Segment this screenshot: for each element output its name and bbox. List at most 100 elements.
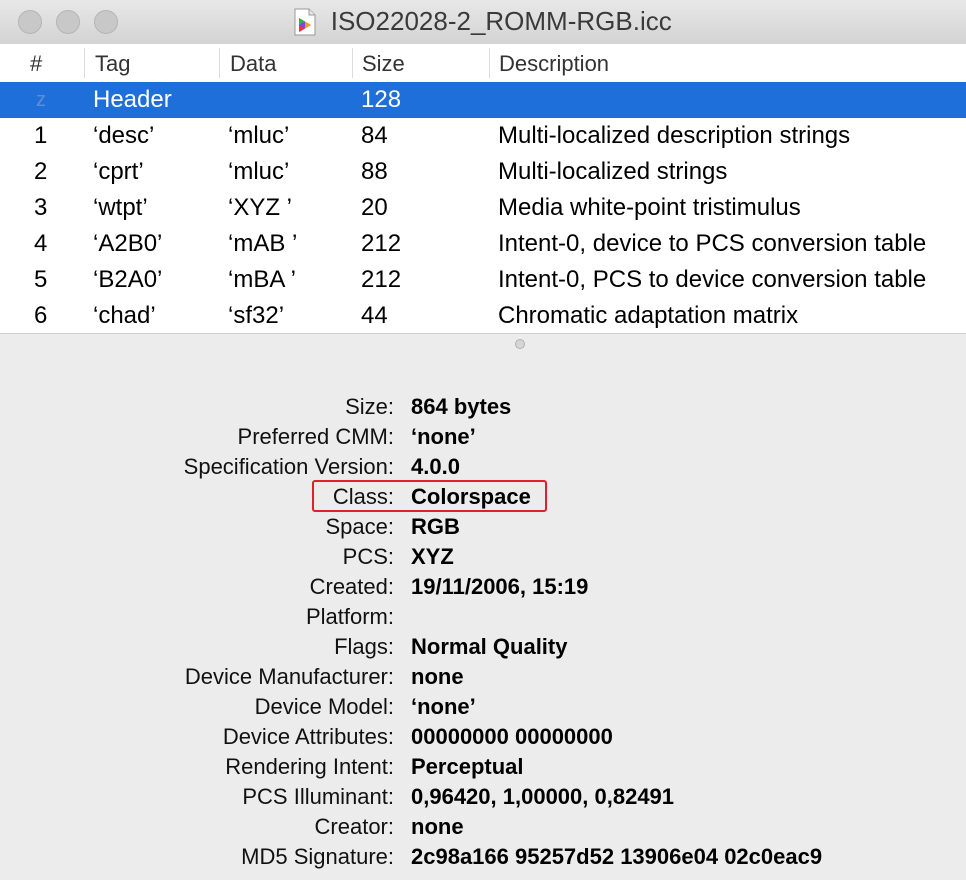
row-description: Chromatic adaptation matrix — [498, 302, 799, 329]
row-number: 5 — [34, 266, 48, 293]
row-number: z — [36, 89, 46, 111]
table-row[interactable]: 4 ‘A2B0’ ‘mAB ’ 212 Intent-0, device to … — [0, 226, 966, 262]
info-label: PCS: — [342, 544, 394, 569]
table-header: # Tag Data Size Description — [0, 44, 966, 83]
table-row[interactable]: 3 ‘wtpt’ ‘XYZ ’ 20 Media white-point tri… — [0, 190, 966, 226]
row-number: 3 — [34, 194, 48, 221]
info-row-preferred-cmm: Preferred CMM: ‘none’ — [0, 422, 966, 452]
info-row-device-manufacturer: Device Manufacturer: none — [0, 662, 966, 692]
title-bar[interactable]: ISO22028-2_ROMM-RGB.icc — [0, 0, 966, 45]
tag-table: # Tag Data Size Description z Header 128… — [0, 44, 966, 333]
info-value: RGB — [411, 514, 460, 539]
column-divider[interactable] — [489, 48, 490, 78]
row-description: Intent-0, device to PCS conversion table — [498, 230, 927, 257]
row-data: ‘XYZ ’ — [228, 194, 293, 221]
info-value: 2c98a166 95257d52 13906e04 02c0eac9 — [411, 844, 823, 869]
info-row-flags: Flags: Normal Quality — [0, 632, 966, 662]
window-title-group: ISO22028-2_ROMM-RGB.icc — [0, 6, 966, 37]
info-row-space: Space: RGB — [0, 512, 966, 542]
info-value: ‘none’ — [411, 694, 476, 719]
info-label: Specification Version: — [183, 454, 394, 479]
info-row-device-model: Device Model: ‘none’ — [0, 692, 966, 722]
table-row[interactable]: 1 ‘desc’ ‘mluc’ 84 Multi-localized descr… — [0, 118, 966, 154]
row-data: ‘mluc’ — [228, 122, 290, 149]
info-value: 19/11/2006, 15:19 — [411, 574, 589, 599]
column-header-data[interactable]: Data — [230, 44, 276, 82]
row-description: Multi-localized strings — [498, 158, 728, 185]
row-size: 44 — [361, 302, 388, 329]
row-data: ‘mluc’ — [228, 158, 290, 185]
row-tag: Header — [93, 86, 172, 113]
row-number: 6 — [34, 302, 48, 329]
column-header-description[interactable]: Description — [499, 44, 609, 82]
row-size: 212 — [361, 266, 402, 293]
info-label: Flags: — [334, 634, 394, 659]
column-header-number[interactable]: # — [30, 44, 84, 82]
row-number: 1 — [34, 122, 48, 149]
column-header-size[interactable]: Size — [362, 44, 405, 82]
info-value: Normal Quality — [411, 634, 568, 659]
row-tag: ‘A2B0’ — [93, 230, 163, 257]
window-title: ISO22028-2_ROMM-RGB.icc — [330, 6, 672, 36]
info-row-rendering-intent: Rendering Intent: Perceptual — [0, 752, 966, 782]
info-label: Device Manufacturer: — [184, 664, 394, 689]
table-row-header[interactable]: z Header 128 — [0, 82, 966, 118]
icc-document-icon — [294, 8, 316, 36]
info-label: Rendering Intent: — [225, 754, 394, 779]
info-label: Class: — [332, 484, 394, 509]
row-size: 212 — [361, 230, 402, 257]
row-size: 128 — [361, 86, 402, 113]
info-value: 864 bytes — [411, 394, 512, 419]
profile-window: ISO22028-2_ROMM-RGB.icc # Tag Data Size … — [0, 0, 966, 880]
row-size: 84 — [361, 122, 388, 149]
info-value: none — [411, 664, 464, 689]
row-tag: ‘chad’ — [93, 302, 156, 329]
profile-info-pane: Size: 864 bytes Preferred CMM: ‘none’ Sp… — [0, 392, 966, 872]
row-size: 20 — [361, 194, 388, 221]
row-tag: ‘desc’ — [93, 122, 155, 149]
info-value: ‘none’ — [411, 424, 476, 449]
info-row-creator: Creator: none — [0, 812, 966, 842]
row-description: Intent-0, PCS to device conversion table — [498, 266, 927, 293]
info-label: Device Model: — [254, 694, 394, 719]
info-row-created: Created: 19/11/2006, 15:19 — [0, 572, 966, 602]
column-divider[interactable] — [84, 48, 85, 78]
info-row-device-attributes: Device Attributes: 00000000 00000000 — [0, 722, 966, 752]
info-label: Size: — [345, 394, 394, 419]
row-description: Media white-point tristimulus — [498, 194, 801, 221]
info-value: 00000000 00000000 — [411, 724, 613, 749]
info-row-specification-version: Specification Version: 4.0.0 — [0, 452, 966, 482]
info-value: Perceptual — [411, 754, 524, 779]
info-row-pcs-illuminant: PCS Illuminant: 0,96420, 1,00000, 0,8249… — [0, 782, 966, 812]
info-value: 4.0.0 — [411, 454, 460, 479]
info-label: MD5 Signature: — [241, 844, 394, 869]
info-value: XYZ — [411, 544, 454, 569]
info-row-class: Class: Colorspace — [0, 482, 966, 512]
row-description: Multi-localized description strings — [498, 122, 851, 149]
table-row[interactable]: 5 ‘B2A0’ ‘mBA ’ 212 Intent-0, PCS to dev… — [0, 262, 966, 298]
row-number: 4 — [34, 230, 48, 257]
table-row[interactable]: 2 ‘cprt’ ‘mluc’ 88 Multi-localized strin… — [0, 154, 966, 190]
info-label: Space: — [325, 514, 395, 539]
column-divider[interactable] — [352, 48, 353, 78]
column-header-tag[interactable]: Tag — [95, 44, 130, 82]
info-label: Preferred CMM: — [237, 424, 394, 449]
row-data: ‘mAB ’ — [228, 230, 298, 257]
info-value: Colorspace — [411, 484, 531, 509]
row-number: 2 — [34, 158, 48, 185]
pane-splitter[interactable] — [0, 333, 966, 354]
info-row-pcs: PCS: XYZ — [0, 542, 966, 572]
row-size: 88 — [361, 158, 388, 185]
info-label: Creator: — [314, 814, 394, 839]
info-label: Created: — [309, 574, 394, 599]
table-row[interactable]: 6 ‘chad’ ‘sf32’ 44 Chromatic adaptation … — [0, 298, 966, 334]
row-tag: ‘wtpt’ — [93, 194, 148, 221]
info-row-md5-signature: MD5 Signature: 2c98a166 95257d52 13906e0… — [0, 842, 966, 872]
info-label: PCS Illuminant: — [242, 784, 394, 809]
info-row-size: Size: 864 bytes — [0, 392, 966, 422]
row-data: ‘mBA ’ — [228, 266, 297, 293]
splitter-handle-icon[interactable] — [515, 339, 525, 349]
column-divider[interactable] — [219, 48, 220, 78]
row-tag: ‘B2A0’ — [93, 266, 163, 293]
info-row-platform: Platform: — [0, 602, 966, 632]
